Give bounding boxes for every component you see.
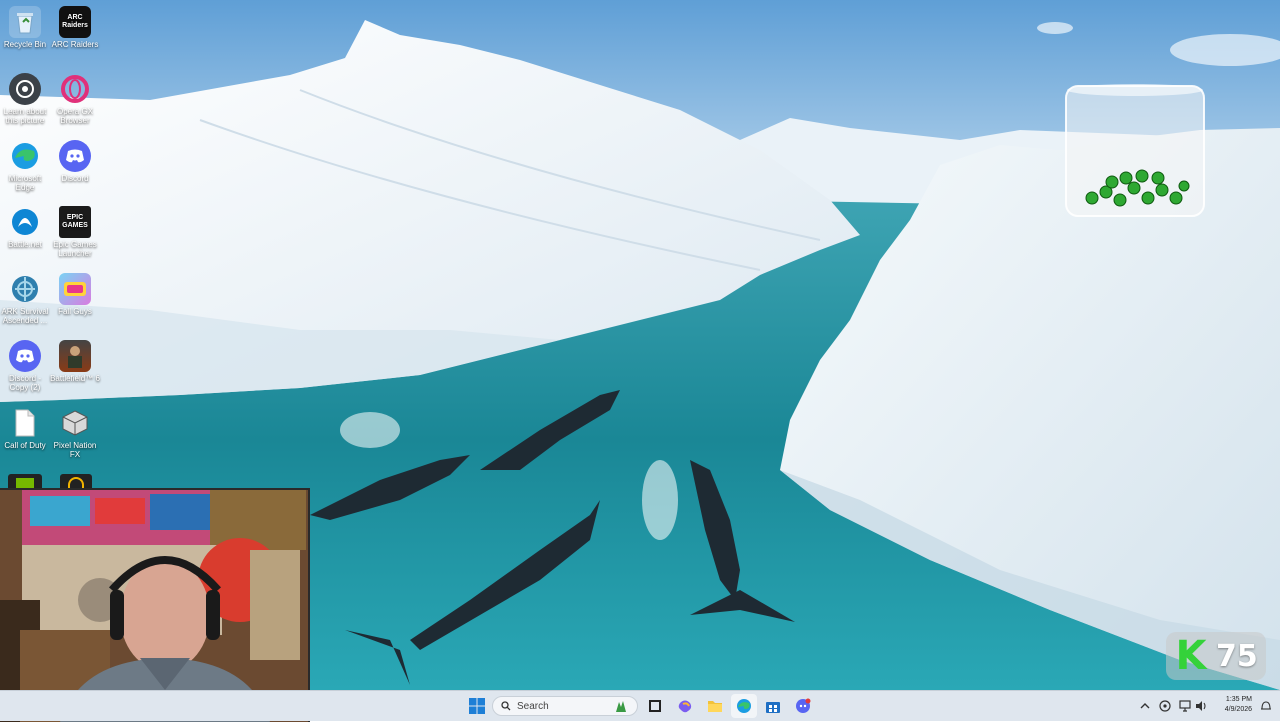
- desktop-icon-opera-gx[interactable]: Opera GX Browser: [50, 73, 100, 125]
- desktop-icon-label: Battlefield™ 6: [50, 374, 100, 383]
- file-icon: [9, 407, 41, 439]
- jar-graphic: [1065, 84, 1205, 217]
- start-button[interactable]: [464, 694, 490, 718]
- taskbar-search-box[interactable]: Search: [492, 696, 638, 716]
- store-icon: [766, 702, 780, 713]
- desktop-icon-arc-raiders[interactable]: ARC Raiders ARC Raiders: [50, 6, 100, 49]
- volume-button[interactable]: [1194, 699, 1208, 713]
- camera-icon: [9, 73, 41, 105]
- nvidia-logo-shape: [16, 478, 34, 488]
- desktop-icon-epic-games[interactable]: EPIC GAMES Epic Games Launcher: [50, 206, 100, 258]
- desktop-icon-label: Battle.net: [8, 240, 42, 249]
- desktop-icon-label: ARK Survival Ascended ...: [1, 307, 49, 325]
- desktop-icon-label: Epic Games Launcher: [53, 240, 97, 258]
- recycle-bin-icon: [9, 6, 41, 38]
- desktop-icon-pixel-nation[interactable]: Pixel Nation FX: [50, 407, 100, 459]
- network-icon: [1179, 700, 1191, 712]
- file-explorer-button[interactable]: [702, 694, 728, 718]
- desktop-icon-label: ARC Raiders: [51, 40, 99, 49]
- copilot-button[interactable]: [672, 694, 698, 718]
- edge-taskbar-button[interactable]: [731, 694, 757, 718]
- tray-app-button[interactable]: [1158, 699, 1172, 713]
- k-letter: K: [1175, 633, 1207, 679]
- nvidia-icon[interactable]: [8, 474, 42, 488]
- taskbar: Search 1:35 PM 4/9/2026: [0, 690, 1280, 721]
- ark-icon: [9, 273, 41, 305]
- cube-icon: [59, 407, 91, 439]
- discord-icon: [59, 140, 91, 172]
- desktop-icon-learn-about-picture[interactable]: Learn about this picture: [0, 73, 50, 125]
- desktop-icon-ark[interactable]: ARK Survival Ascended ...: [0, 273, 50, 325]
- desktop-icon-label: Call of Duty: [4, 441, 46, 450]
- webcam-overlay: [0, 488, 310, 722]
- desktop-icon-label: Microsoft Edge: [8, 174, 42, 192]
- desktop-icon-label: Recycle Bin: [3, 40, 47, 49]
- chevron-up-icon: [1140, 703, 1150, 709]
- desktop-icon-label: Fall Guys: [58, 307, 92, 316]
- file-explorer-icon: [708, 701, 722, 712]
- desktop-icon-battlenet[interactable]: Battle.net: [0, 206, 50, 249]
- battlefield-icon: [59, 340, 91, 372]
- desktop-icon-label: Discord - Copy (2): [8, 374, 41, 392]
- edge-icon: [737, 699, 751, 713]
- edge-icon: [9, 140, 41, 172]
- weather-icon[interactable]: [613, 698, 629, 714]
- desktop-icon-recycle-bin[interactable]: Recycle Bin: [0, 6, 50, 49]
- volume-icon: [1196, 701, 1206, 711]
- webcam-feed: [0, 490, 308, 722]
- epic-games-icon: EPIC GAMES: [59, 206, 91, 238]
- k-counter-badge: K 75: [1166, 632, 1266, 680]
- start-icon: [469, 698, 485, 714]
- arc-raiders-icon: ARC Raiders: [59, 6, 91, 38]
- fall-guys-icon: [59, 273, 91, 305]
- clock-time: 1:35 PM: [1225, 696, 1252, 703]
- tray-overflow-button[interactable]: [1138, 699, 1152, 713]
- notifications-button[interactable]: [1260, 699, 1272, 713]
- launcher-logo-shape: [68, 477, 84, 488]
- task-view-button[interactable]: [642, 694, 668, 718]
- clock[interactable]: 1:35 PM 4/9/2026: [1212, 695, 1252, 715]
- wifi-icon: [1159, 700, 1171, 712]
- desktop-icon-label: Learn about this picture: [3, 107, 47, 125]
- discord-taskbar-button[interactable]: [790, 694, 816, 718]
- opera-gx-icon: [59, 73, 91, 105]
- desktop-icon-battlefield[interactable]: Battlefield™ 6: [50, 340, 100, 383]
- discord-icon: [9, 340, 41, 372]
- desktop-icon-discord[interactable]: Discord: [50, 140, 100, 183]
- desktop-icon-edge[interactable]: Microsoft Edge: [0, 140, 50, 192]
- store-button[interactable]: [760, 694, 786, 718]
- battlenet-icon: [9, 206, 41, 238]
- desktop-icon-discord-copy[interactable]: Discord - Copy (2): [0, 340, 50, 392]
- bell-icon: [1261, 701, 1271, 710]
- desktop-icon-label: Pixel Nation FX: [53, 441, 97, 459]
- copilot-icon: [678, 700, 692, 713]
- k-counter-value: 75: [1216, 638, 1258, 674]
- desktop-icon-call-of-duty[interactable]: Call of Duty: [0, 407, 50, 450]
- desktop-icon-label: Discord: [61, 174, 89, 183]
- desktop-icon-label: Opera GX Browser: [56, 107, 93, 125]
- jar-widget[interactable]: [1064, 82, 1206, 220]
- game-launcher-icon[interactable]: [60, 474, 92, 488]
- clock-date: 4/9/2026: [1224, 706, 1252, 713]
- desktop-icon-fall-guys[interactable]: Fall Guys: [50, 273, 100, 316]
- network-button[interactable]: [1178, 699, 1192, 713]
- search-icon: [501, 701, 511, 711]
- discord-icon: [796, 698, 811, 713]
- search-placeholder: Search: [517, 700, 549, 712]
- task-view-icon: [649, 700, 661, 712]
